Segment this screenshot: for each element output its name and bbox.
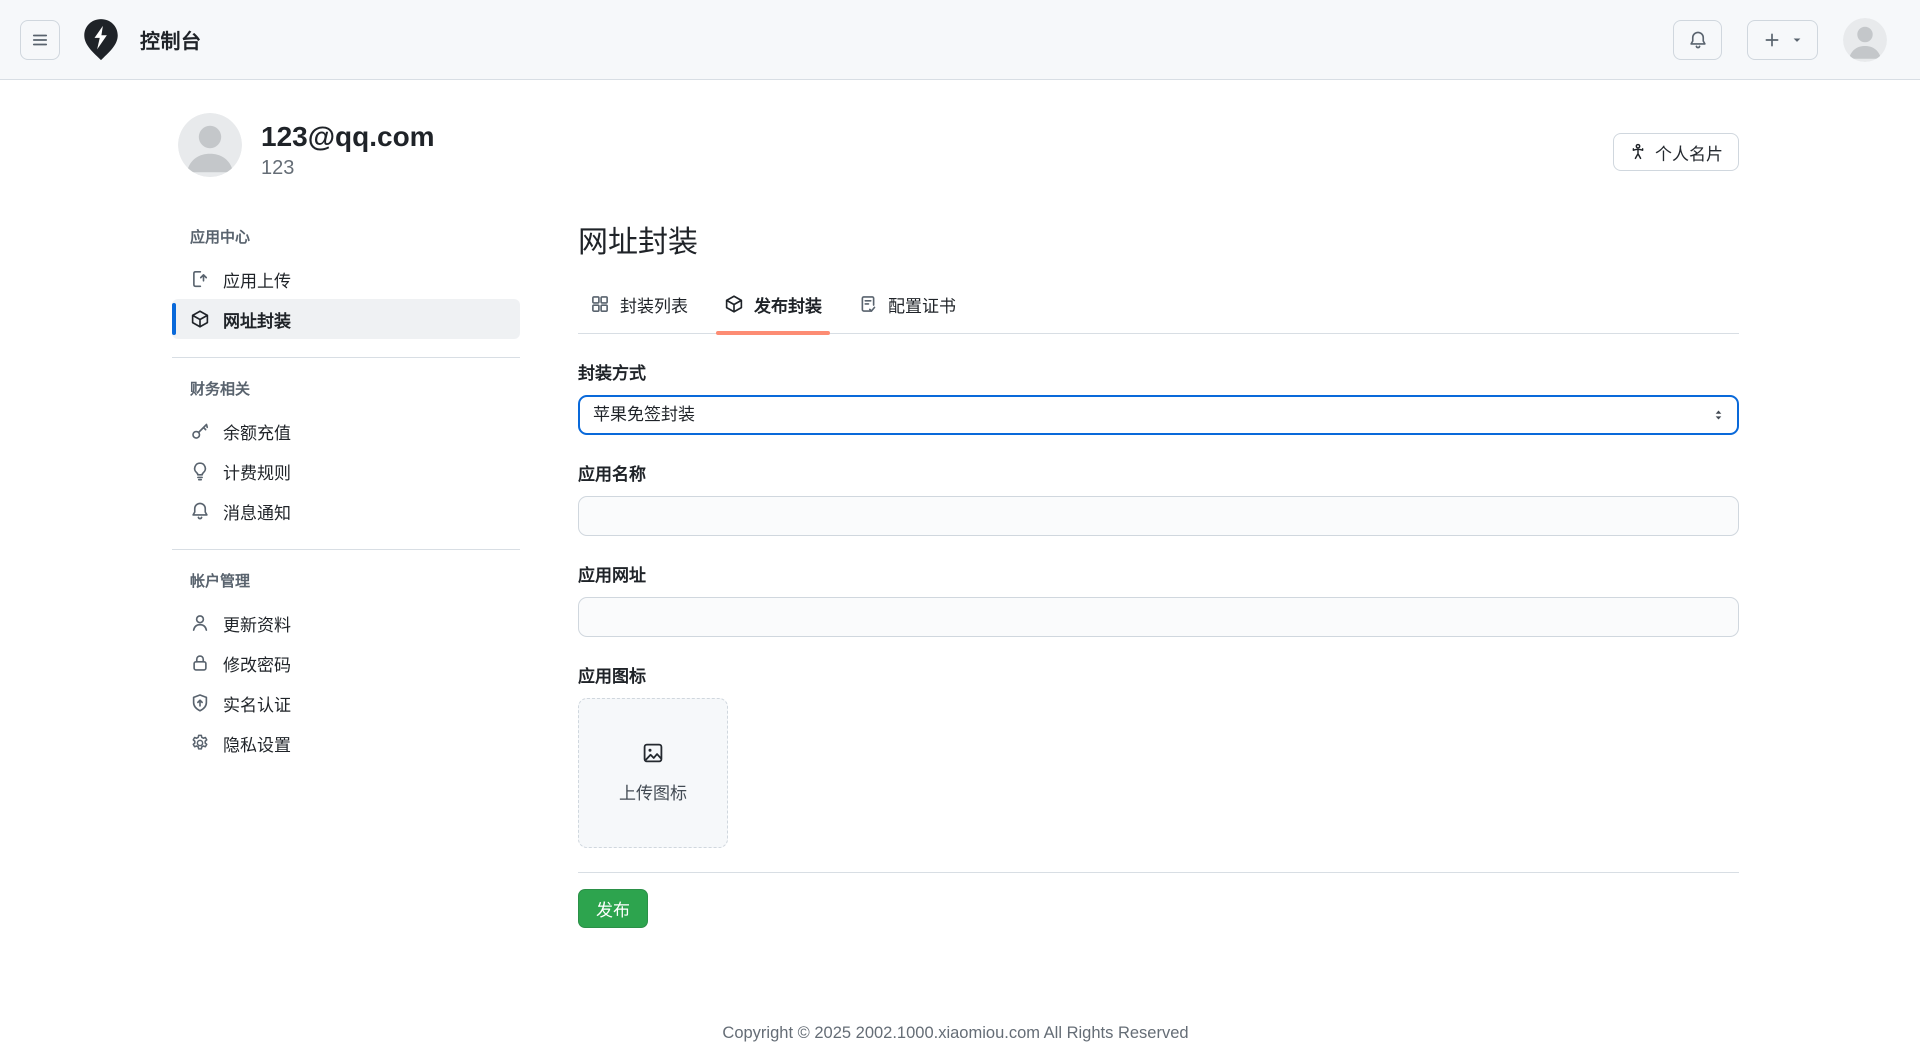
person-icon [190,613,210,633]
certificate-checklist-icon [858,294,878,314]
section-title: 帐户管理 [172,570,520,603]
sidebar-item-label: 修改密码 [223,651,291,676]
package-method-label: 封装方式 [578,359,1739,384]
sidebar-item-label: 隐私设置 [223,731,291,756]
sidebar-item-label: 更新资料 [223,611,291,636]
plus-icon [1763,31,1781,49]
app-url-input[interactable] [578,597,1739,637]
app-icon-label: 应用图标 [578,662,1739,687]
bell-icon [1688,30,1708,50]
image-icon [641,741,665,765]
tab-label: 发布封装 [754,292,822,317]
app-name-input[interactable] [578,496,1739,536]
sidebar-item-label: 实名认证 [223,691,291,716]
create-new-button[interactable] [1747,20,1818,60]
three-bars-icon [31,31,49,49]
caret-down-icon [1791,34,1803,46]
sidebar-item-url-packaging[interactable]: 网址封装 [172,299,520,339]
sidebar-section-finance: 财务相关 余额充值 计费规则 消息通知 [172,357,520,541]
notifications-button[interactable] [1673,20,1722,60]
upload-icon [190,269,210,289]
sidebar-item-label: 网址封装 [223,307,291,332]
copyright-footer: Copyright © 2025 2002.1000.xiaomiou.com … [172,1024,1739,1063]
sidebar-item-label: 计费规则 [223,459,291,484]
sidebar-item-app-upload[interactable]: 应用上传 [172,259,520,299]
personal-card-label: 个人名片 [1655,140,1723,165]
section-title: 财务相关 [172,378,520,411]
sidebar-item-update-profile[interactable]: 更新资料 [172,603,520,643]
sidebar-nav: 应用中心 应用上传 网址封装 财务相关 [172,224,520,773]
tab-publish-package[interactable]: 发布封装 [712,282,834,333]
sidebar-item-label: 消息通知 [223,499,291,524]
section-title: 应用中心 [172,226,520,259]
page-title: 控制台 [140,25,202,54]
shield-check-icon [190,693,210,713]
sidebar-section-app-center: 应用中心 应用上传 网址封装 [172,226,520,349]
content-title: 网址封装 [578,224,1739,262]
sidebar-item-balance-recharge[interactable]: 余额充值 [172,411,520,451]
app-name-label: 应用名称 [578,460,1739,485]
tab-label: 封装列表 [620,292,688,317]
profile-header: 123@qq.com 123 个人名片 [178,113,1739,180]
apps-grid-icon [590,294,610,314]
profile-avatar [178,113,242,177]
accessibility-person-icon [1629,143,1647,161]
sidebar-item-privacy-settings[interactable]: 隐私设置 [172,723,520,763]
publish-button[interactable]: 发布 [578,889,648,928]
bell-icon [190,501,210,521]
sidebar-item-change-password[interactable]: 修改密码 [172,643,520,683]
package-method-select[interactable]: 苹果免签封装 [578,395,1739,435]
personal-card-button[interactable]: 个人名片 [1613,133,1739,171]
header-user-avatar[interactable] [1843,18,1887,62]
package-icon [724,294,744,314]
tab-package-list[interactable]: 封装列表 [578,282,700,333]
gear-icon [190,733,210,753]
app-header: 控制台 [0,0,1920,80]
sidebar-item-label: 余额充值 [223,419,291,444]
tab-configure-certificate[interactable]: 配置证书 [846,282,968,333]
key-icon [190,421,210,441]
tab-label: 配置证书 [888,292,956,317]
lightbulb-icon [190,461,210,481]
sidebar-section-account: 帐户管理 更新资料 修改密码 实名认证 [172,549,520,773]
upload-icon-label: 上传图标 [619,779,687,804]
form-divider [578,872,1739,873]
sidebar-item-billing-rules[interactable]: 计费规则 [172,451,520,491]
lightning-logo-icon [80,17,122,63]
sidebar-item-real-name-verification[interactable]: 实名认证 [172,683,520,723]
user-email: 123@qq.com [261,121,435,153]
hamburger-menu-button[interactable] [20,20,60,60]
app-url-label: 应用网址 [578,561,1739,586]
icon-upload-dropzone[interactable]: 上传图标 [578,698,728,848]
sidebar-item-notifications[interactable]: 消息通知 [172,491,520,531]
tab-bar: 封装列表 发布封装 配置证书 [578,282,1739,334]
lock-icon [190,653,210,673]
sidebar-item-label: 应用上传 [223,267,291,292]
user-name: 123 [261,157,435,180]
package-icon [190,309,210,329]
main-content: 网址封装 封装列表 发布封装 [578,224,1739,928]
